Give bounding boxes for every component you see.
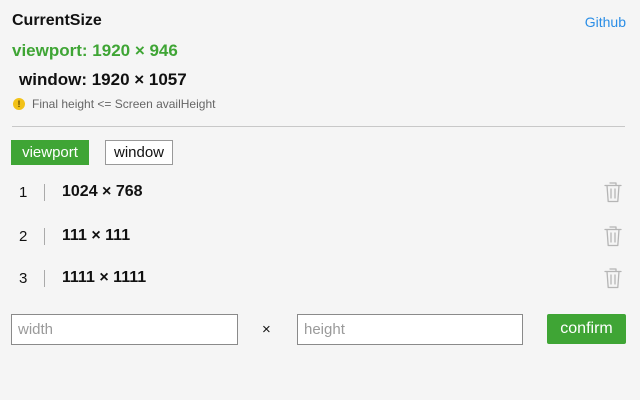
width-input[interactable] xyxy=(11,314,238,345)
github-link[interactable]: Github xyxy=(585,14,626,30)
row-index: 2 xyxy=(19,227,28,245)
row-size: 1024 × 768 xyxy=(62,183,143,200)
row-separator xyxy=(44,184,45,201)
window-size: window: 1920 × 1057 xyxy=(19,70,187,89)
trash-icon[interactable] xyxy=(603,266,623,290)
trash-icon[interactable] xyxy=(603,224,623,248)
list-item[interactable]: 3 1111 × 1111 xyxy=(0,263,640,293)
times-symbol: × xyxy=(262,321,271,338)
height-note: ! Final height <= Screen availHeight xyxy=(13,97,215,111)
list-item[interactable]: 1 1024 × 768 xyxy=(0,177,640,207)
row-index: 1 xyxy=(19,183,28,201)
tab-window[interactable]: window xyxy=(105,140,173,165)
trash-icon[interactable] xyxy=(603,180,623,204)
row-size: 111 × 111 xyxy=(62,227,131,244)
app-title: CurrentSize xyxy=(12,12,102,29)
row-separator xyxy=(44,228,45,245)
tab-viewport[interactable]: viewport xyxy=(11,140,89,165)
height-input[interactable] xyxy=(297,314,523,345)
list-item[interactable]: 2 111 × 111 xyxy=(0,221,640,251)
warning-icon: ! xyxy=(13,98,25,110)
row-separator xyxy=(44,270,45,287)
divider xyxy=(12,126,625,127)
height-note-text: Final height <= Screen availHeight xyxy=(32,97,216,111)
row-size: 1111 × 1111 xyxy=(62,269,147,286)
viewport-size: viewport: 1920 × 946 xyxy=(12,41,178,60)
row-index: 3 xyxy=(19,269,28,287)
confirm-button[interactable]: confirm xyxy=(547,314,626,344)
